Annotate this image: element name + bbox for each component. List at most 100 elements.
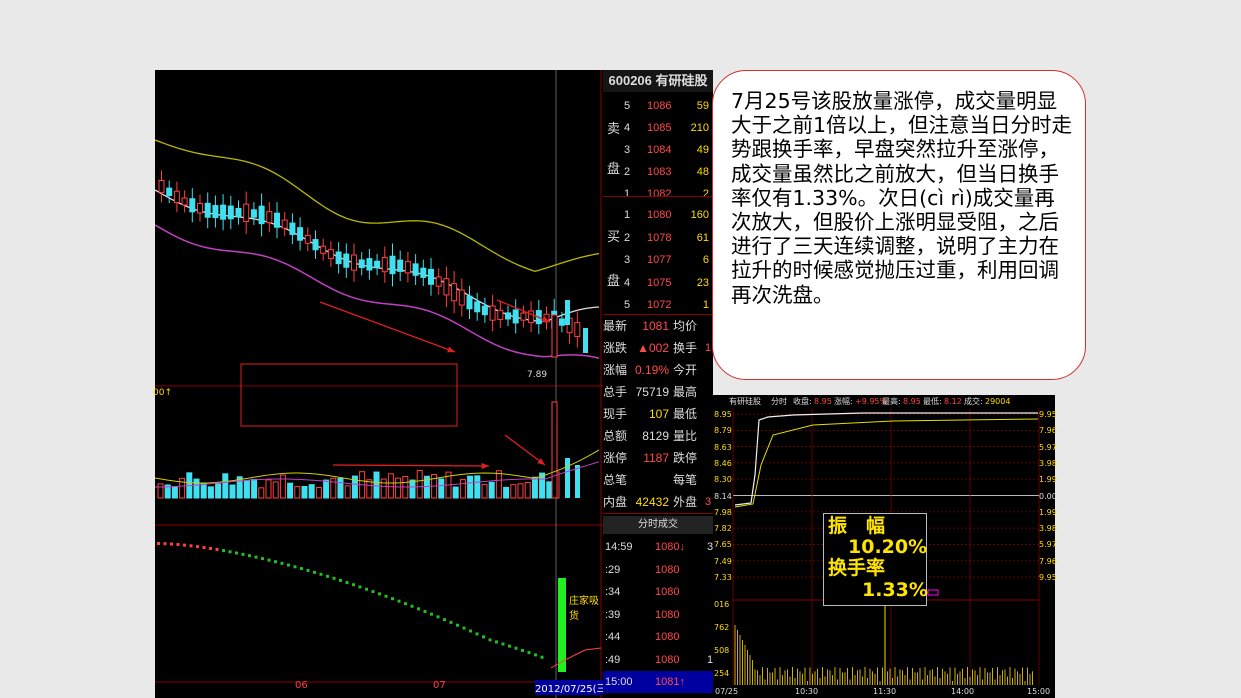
- volume-bar: [503, 486, 510, 499]
- indicator-dot: [391, 597, 394, 601]
- indicator-dot: [326, 574, 329, 578]
- bid-row[interactable]: 2 1078 61: [603, 228, 713, 248]
- trade-row[interactable]: :44 1080: [603, 626, 713, 648]
- trade-price: 1080↓: [655, 541, 685, 553]
- candle: [505, 312, 511, 320]
- candle: [451, 283, 458, 302]
- ask-row[interactable]: 1 1082 2: [603, 184, 713, 204]
- candle: [389, 255, 396, 275]
- price: 1078: [647, 231, 672, 244]
- pct-axis-label: 0.00: [1039, 491, 1057, 501]
- volume-bar: [565, 458, 570, 498]
- trade-time: 14:59: [605, 541, 633, 553]
- trades-header[interactable]: 分时成交: [603, 516, 713, 534]
- trade-price: 1080: [655, 608, 680, 621]
- volume: 210: [690, 122, 709, 134]
- indicator-dot: [202, 546, 206, 550]
- bid-row[interactable]: 5 1072 1: [603, 295, 713, 315]
- volume-bar: [301, 486, 308, 499]
- pct-axis-label: 1.99: [1039, 475, 1057, 485]
- volume-bar: [265, 479, 272, 499]
- price-axis-label: 8.95: [714, 410, 732, 419]
- indicator-dot: [397, 599, 401, 603]
- pct-axis-label: 5.97: [1039, 540, 1057, 550]
- ask-row[interactable]: 2 1083 48: [603, 162, 713, 182]
- volume-bar: [243, 480, 250, 499]
- trade-row[interactable]: :29 1080: [603, 559, 713, 581]
- indicator-dot: [430, 612, 433, 616]
- indicator-dot: [417, 607, 420, 611]
- price-axis-label: 7.98: [714, 507, 732, 517]
- bid-row[interactable]: 3 1077 6: [603, 250, 713, 270]
- candle: [565, 300, 570, 325]
- quote-field: 最新 1081 均价: [603, 315, 713, 337]
- stock-title: 600206 有研硅股: [603, 70, 713, 92]
- trade-row[interactable]: :39 1080: [603, 604, 713, 626]
- price-axis-label: 8.30: [714, 475, 732, 485]
- indicator-dot: [313, 570, 316, 574]
- trade-row[interactable]: :49 1080 1: [603, 649, 713, 671]
- field-value: 0.19%: [634, 363, 669, 377]
- kline-date-label: 06: [295, 680, 308, 691]
- field-key: 涨幅: [603, 363, 628, 377]
- level: 1: [624, 209, 631, 221]
- candle: [458, 289, 465, 306]
- volume-bar: [308, 484, 315, 499]
- kline-chart-canvas[interactable]: [155, 70, 605, 698]
- kline-date-label: 07: [433, 680, 446, 691]
- indicator-dot: [365, 587, 368, 591]
- field-value: 8129: [642, 429, 669, 443]
- indicator-dot: [469, 629, 472, 633]
- candle: [528, 310, 535, 323]
- field-key: 总额: [603, 429, 628, 443]
- field-key: 内盘: [603, 495, 628, 509]
- indicator-dot: [371, 590, 375, 594]
- candle: [481, 305, 488, 316]
- quote-field: 涨幅 0.19% 今开: [603, 359, 713, 381]
- ask-row[interactable]: 5 1086 59: [603, 96, 713, 116]
- candle: [189, 198, 196, 213]
- candle: [204, 202, 211, 218]
- ask-row[interactable]: 3 1084 49: [603, 140, 713, 160]
- volume-bar: [531, 476, 538, 499]
- quote-panel: 600206 有研硅股 卖 盘 5 1086 59 4 1085 210 3 1084 49 2 1…: [603, 70, 713, 698]
- indicator-dot: [358, 585, 362, 589]
- indicator-dot: [209, 546, 212, 550]
- bid-row[interactable]: 1 1080 160: [603, 205, 713, 225]
- trade-row[interactable]: 14:59 1080↓ 3: [603, 536, 713, 558]
- candle: [512, 309, 519, 324]
- time-axis-label: 10:30: [795, 687, 819, 696]
- callout-text: 7月25号该股放量涨停，成交量明显大于之前1倍以上，但注意当日分时走势跟换手率，…: [731, 89, 1073, 307]
- volume: 61: [696, 231, 709, 244]
- candle: [343, 253, 350, 268]
- trade-time: :34: [605, 586, 621, 598]
- indicator-dot: [527, 651, 531, 655]
- level: 3: [624, 254, 631, 266]
- indicator-dot: [339, 578, 342, 582]
- arrow: [504, 434, 546, 466]
- indicator-dot: [521, 648, 524, 652]
- volume-bar: [409, 479, 416, 499]
- trade-row[interactable]: :34 1080: [603, 581, 713, 603]
- kline-chart[interactable]: 06 07 2012/07/25(三) 7.89 00↑ 庄家吸货: [153, 70, 611, 698]
- indicator-dot: [436, 615, 440, 619]
- bid-row[interactable]: 4 1075 23: [603, 273, 713, 293]
- candle: [304, 234, 311, 244]
- trade-row[interactable]: 15:00 1081↑: [603, 671, 713, 693]
- candle: [181, 197, 188, 206]
- volume-bar: [416, 469, 423, 499]
- indicator-dot: [495, 640, 498, 644]
- volume-bar: [546, 481, 553, 499]
- field-key: 最低: [673, 407, 698, 421]
- intraday-chart[interactable]: 有研硅股 分时 收盘: 8.95 涨幅: +9.95% 最高: 8.95 最低:…: [713, 395, 1057, 698]
- indicator-dot: [306, 568, 310, 572]
- ask-row[interactable]: 4 1085 210: [603, 118, 713, 138]
- field-key: 量比: [673, 429, 698, 443]
- candle: [243, 203, 250, 222]
- pct-axis-label: 7.96: [1039, 426, 1057, 436]
- price-axis-label: 8.46: [714, 458, 732, 468]
- volume-bar: [459, 479, 466, 499]
- volume-bar: [481, 483, 488, 499]
- volume-bar: [373, 471, 380, 499]
- indicator-dot: [287, 563, 290, 567]
